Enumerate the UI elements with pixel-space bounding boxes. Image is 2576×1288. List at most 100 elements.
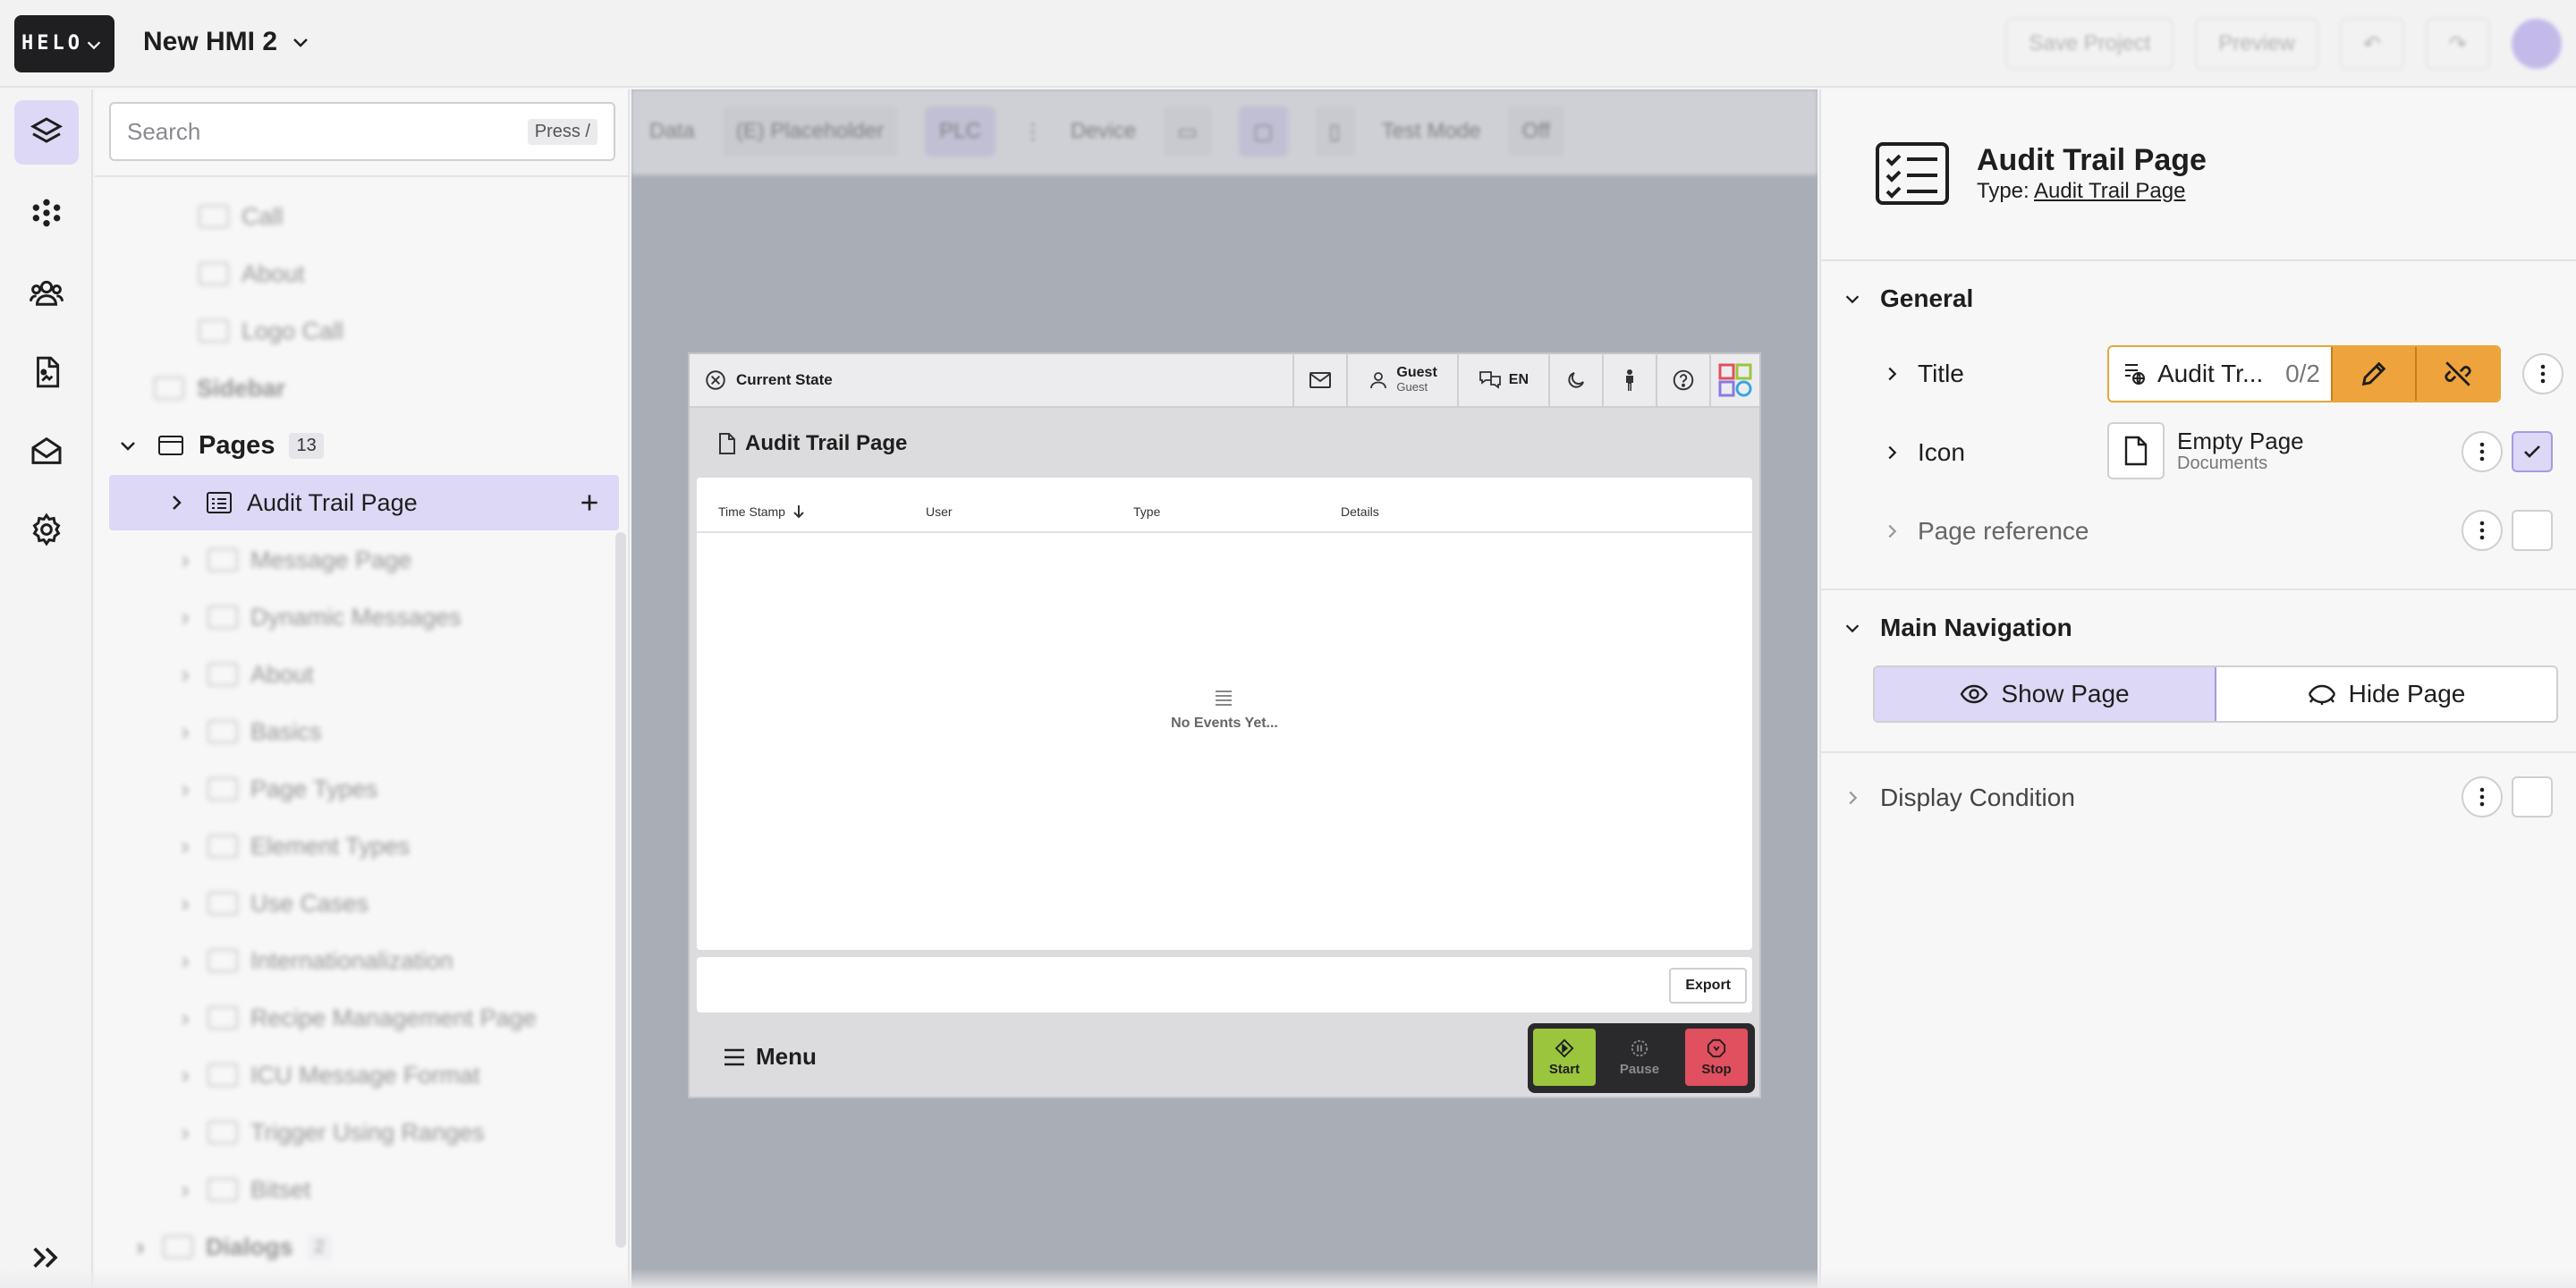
page-reference-more-button[interactable] (2462, 510, 2503, 551)
mail-icon[interactable] (14, 419, 79, 483)
icon-preview[interactable] (2107, 422, 2165, 479)
pause-button[interactable]: Pause (1608, 1029, 1671, 1086)
tree-item[interactable]: About (109, 246, 619, 301)
tree-item-label: Page Types (250, 775, 378, 802)
column-type[interactable]: Type (1133, 504, 1160, 519)
search-input[interactable]: Search Press / (109, 102, 615, 161)
section-main-navigation[interactable]: Main Navigation (1843, 614, 2072, 642)
icon-more-button[interactable] (2462, 431, 2503, 472)
tree-item[interactable]: › Use Cases (109, 876, 619, 931)
unlink-title-button[interactable] (2415, 347, 2499, 401)
display-condition-more-button[interactable] (2462, 776, 2503, 818)
help-button[interactable] (1656, 353, 1709, 407)
tree-item[interactable]: Sidebar (109, 360, 619, 416)
divider (95, 175, 628, 177)
edit-title-button[interactable] (2331, 347, 2415, 401)
expand-icon[interactable] (14, 1225, 79, 1288)
page-icon (208, 606, 238, 629)
tree-item[interactable]: › Recipe Management Page (109, 990, 619, 1046)
property-title[interactable]: Title (1882, 360, 1964, 388)
state-icon (704, 369, 727, 392)
redo-button[interactable]: ↷ (2425, 18, 2490, 70)
messages-button[interactable] (1292, 353, 1346, 407)
tree-item[interactable]: › Message Page (109, 532, 619, 588)
section-display-condition[interactable]: Display Condition (1843, 784, 2075, 812)
project-title-menu[interactable]: New HMI 2 (143, 27, 311, 57)
device-tablet-button[interactable]: ▢ (1238, 106, 1288, 157)
title-field[interactable]: Audit Tr... 0/2 (2107, 345, 2501, 402)
app-logo-menu[interactable]: HELO (14, 15, 114, 72)
device-phone-button[interactable]: ▯ (1314, 106, 1355, 157)
menu-button[interactable]: Menu (724, 1043, 817, 1071)
folder-icon (157, 434, 184, 457)
export-button[interactable]: Export (1669, 968, 1747, 1004)
title-value-area[interactable]: Audit Tr... 0/2 (2109, 347, 2331, 401)
preview-button[interactable]: Preview (2195, 18, 2318, 70)
page-reference-checkbox[interactable] (2512, 510, 2553, 551)
chevron-down-icon (1843, 618, 1862, 638)
tree-item[interactable]: › About (109, 647, 619, 702)
plc-mode-toggle[interactable]: PLC (925, 106, 996, 157)
undo-button[interactable]: ↶ (2339, 18, 2404, 70)
avatar[interactable] (2512, 19, 2562, 69)
moon-icon (1565, 369, 1587, 391)
icon-enabled-checkbox[interactable] (2512, 431, 2553, 472)
current-state[interactable]: Current State (690, 369, 1292, 392)
chevron-down-icon (114, 435, 141, 456)
user-button[interactable]: Guest Guest (1346, 353, 1456, 407)
tree-item[interactable]: › Trigger Using Ranges (109, 1105, 619, 1160)
accessibility-button[interactable] (1602, 353, 1656, 407)
document-icon[interactable] (14, 340, 79, 404)
sidebar-icon (154, 377, 184, 400)
tree-item[interactable]: › Page Types (109, 761, 619, 817)
property-page-reference[interactable]: Page reference (1882, 517, 2089, 546)
pages-label: Pages (199, 430, 275, 460)
chevron-right-icon (1882, 443, 1902, 462)
tree-group-dialogs[interactable]: › Dialogs 2 (109, 1219, 619, 1275)
column-user[interactable]: User (926, 504, 953, 519)
layers-icon[interactable] (14, 100, 79, 165)
dark-mode-button[interactable] (1548, 353, 1602, 407)
settings-icon[interactable] (14, 497, 79, 562)
language-button[interactable]: EN (1456, 353, 1548, 407)
tree-item-label: Message Page (250, 546, 412, 573)
property-icon[interactable]: Icon (1882, 438, 1965, 467)
test-mode-toggle[interactable]: Off (1507, 106, 1565, 157)
title-more-button[interactable] (2522, 353, 2563, 394)
audit-trail-page-icon (1875, 141, 1950, 206)
tree-item[interactable]: › Dynamic Messages (109, 589, 619, 645)
tree-item-label: Trigger Using Ranges (250, 1118, 485, 1146)
column-time-stamp[interactable]: Time Stamp (718, 504, 805, 519)
icon-picker[interactable]: Empty Page Documents (2107, 422, 2304, 479)
column-details[interactable]: Details (1341, 504, 1379, 519)
tree-group-pages[interactable]: Pages 13 (109, 418, 619, 473)
show-page-button[interactable]: Show Page (1875, 667, 2216, 721)
device-desktop-button[interactable]: ▭ (1163, 106, 1212, 157)
type-link[interactable]: Audit Trail Page (2034, 179, 2185, 203)
add-icon[interactable] (578, 491, 601, 514)
stop-button[interactable]: Stop (1685, 1029, 1748, 1086)
tree-item[interactable]: › Bitset (109, 1162, 619, 1217)
current-state-label: Current State (736, 371, 833, 388)
display-condition-checkbox[interactable] (2512, 776, 2553, 818)
section-general[interactable]: General (1843, 284, 1973, 313)
chevron-right-icon[interactable] (163, 492, 190, 513)
placeholder-select[interactable]: (E) Placeholder (721, 106, 899, 157)
tree-item[interactable]: › Internationalization (109, 933, 619, 988)
save-project-button[interactable]: Save Project (2005, 18, 2174, 70)
project-title: New HMI 2 (143, 27, 278, 56)
tree-item-audit-trail-page[interactable]: Audit Trail Page (109, 475, 619, 530)
eye-icon (1960, 683, 1988, 705)
start-button[interactable]: Start (1533, 1029, 1596, 1086)
tree-item[interactable]: Logo Call (109, 303, 619, 359)
tree-item[interactable]: › Element Types (109, 818, 619, 874)
tree-item[interactable]: › Basics (109, 704, 619, 759)
scrollbar[interactable] (615, 532, 626, 1248)
nodes-icon[interactable] (14, 181, 79, 245)
hide-page-button[interactable]: Hide Page (2216, 667, 2556, 721)
tree-item[interactable]: Call (109, 189, 619, 244)
users-icon[interactable] (14, 261, 79, 326)
tree-item[interactable]: › ICU Message Format (109, 1047, 619, 1103)
more-icon[interactable]: ⋮ (1022, 119, 1044, 145)
test-mode-label: Test Mode (1381, 119, 1481, 143)
